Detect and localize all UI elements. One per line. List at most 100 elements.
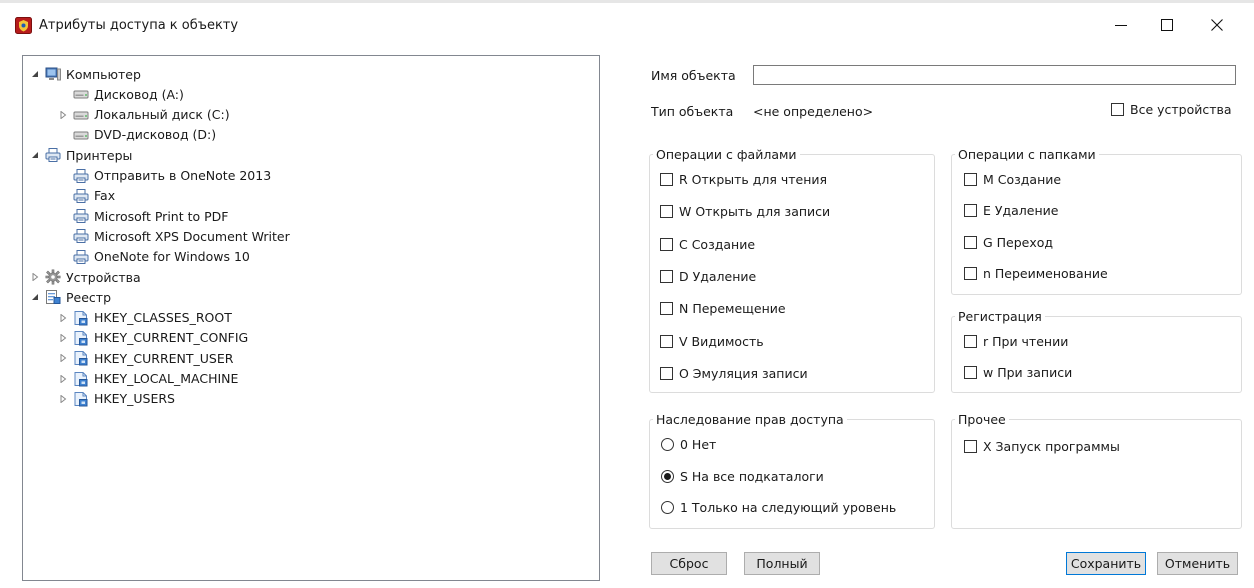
object-type-label: Тип объекта [651, 104, 734, 119]
tree-expander-icon[interactable] [57, 105, 69, 125]
registration-checkbox[interactable]: w При записи [964, 365, 1072, 380]
tree-expander-icon[interactable] [57, 369, 69, 389]
inheritance-radio[interactable]: S На все подкаталоги [661, 469, 824, 484]
tree-expander-icon[interactable] [57, 308, 69, 328]
object-name-input[interactable] [753, 65, 1236, 85]
checkbox-box [1111, 103, 1124, 116]
tree-item[interactable]: Microsoft Print to PDF [73, 206, 228, 226]
folder-ops-checkbox[interactable]: n Переименование [964, 266, 1108, 281]
tree-item[interactable]: DVD-дисковод (D:) [73, 125, 216, 145]
tree-expander-icon[interactable] [57, 328, 69, 348]
tree-expander-icon[interactable] [29, 267, 41, 287]
tree-item[interactable]: Microsoft XPS Document Writer [73, 226, 290, 246]
file-operations-legend: Операции с файлами [656, 147, 797, 162]
checkbox-box [660, 237, 673, 251]
inheritance-legend: Наследование прав доступа [656, 412, 844, 427]
close-button[interactable] [1190, 3, 1244, 47]
folder-ops-checkbox[interactable]: M Создание [964, 172, 1061, 187]
tree-item[interactable]: OneNote for Windows 10 [73, 247, 250, 267]
tree-item-label: HKEY_CURRENT_CONFIG [94, 330, 249, 346]
tree-expander-icon[interactable] [57, 389, 69, 409]
object-tree[interactable]: Компьютер Дисковод (A:) Локальный диск (C:… [22, 55, 600, 581]
folder-operations-legend: Операции с папками [958, 147, 1096, 162]
checkbox-box [660, 302, 673, 316]
full-button[interactable]: Полный [744, 552, 820, 575]
tree-item[interactable]: Реестр [29, 287, 111, 307]
tree-item-label: Microsoft XPS Document Writer [94, 228, 290, 244]
checkbox-box [964, 173, 977, 186]
other-group: Прочее [951, 412, 1242, 529]
printer-icon [73, 228, 89, 244]
printer-icon [73, 208, 89, 224]
inheritance-radio[interactable]: 1 Только на следующий уровень [661, 500, 896, 515]
checkbox-box [964, 440, 977, 453]
folder-ops-checkbox[interactable]: E Удаление [964, 203, 1058, 218]
tree-item[interactable]: HKEY_CLASSES_ROOT [57, 308, 232, 328]
drive-icon [73, 107, 89, 123]
file-ops-checkbox[interactable]: W Открыть для записи [660, 204, 830, 219]
minimize-icon [1115, 25, 1127, 26]
tree-item[interactable]: HKEY_CURRENT_USER [57, 348, 233, 368]
registry-key-icon [73, 371, 89, 387]
all-devices-checkbox[interactable]: Все устройства [1111, 102, 1232, 117]
option-label: C Создание [679, 236, 756, 252]
tree-item[interactable]: HKEY_USERS [57, 389, 175, 409]
computer-icon [45, 66, 61, 82]
checkbox-box [660, 366, 673, 380]
tree-item-label: HKEY_LOCAL_MACHINE [94, 371, 239, 386]
save-button[interactable]: Сохранить [1066, 552, 1146, 575]
file-ops-checkbox[interactable]: N Перемещение [660, 301, 786, 316]
minimize-button[interactable] [1098, 3, 1144, 47]
tree-expander-icon[interactable] [29, 287, 41, 307]
option-label: S На все подкаталоги [680, 468, 824, 484]
radio-circle [661, 469, 674, 483]
registry-key-icon [73, 350, 89, 366]
tree-item[interactable]: HKEY_LOCAL_MACHINE [57, 369, 238, 389]
tree-item-label: HKEY_CLASSES_ROOT [94, 310, 232, 326]
checkbox-box [964, 335, 977, 348]
tree-item[interactable]: Дисковод (A:) [73, 84, 184, 104]
reset-button[interactable]: Сброс [651, 552, 727, 575]
tree-item[interactable]: Отправить в OneNote 2013 [73, 166, 271, 186]
registration-checkbox[interactable]: r При чтении [964, 334, 1068, 349]
file-ops-checkbox[interactable]: C Создание [660, 237, 755, 252]
tree-expander-icon[interactable] [29, 64, 41, 84]
cancel-button[interactable]: Отменить [1157, 552, 1238, 575]
printer-icon [73, 168, 89, 184]
registry-key-icon [73, 391, 89, 407]
gear-icon [45, 269, 61, 285]
tree-item[interactable]: Компьютер [29, 64, 141, 84]
tree-item[interactable]: Устройства [29, 267, 141, 287]
option-label: 1 Только на следующий уровень [680, 500, 897, 515]
file-ops-checkbox[interactable]: O Эмуляция записи [660, 366, 808, 381]
tree-expander-icon[interactable] [29, 145, 41, 165]
checkbox-box [660, 173, 673, 186]
maximize-button[interactable] [1144, 3, 1190, 47]
option-label: O Эмуляция записи [679, 365, 808, 381]
tree-item-label: Microsoft Print to PDF [94, 208, 229, 224]
other-legend: Прочее [958, 412, 1006, 427]
tree-item-label: OneNote for Windows 10 [94, 249, 250, 265]
tree-expander-icon[interactable] [57, 348, 69, 368]
tree-item[interactable]: Fax [73, 186, 115, 206]
option-label: r При чтении [983, 334, 1069, 349]
checkbox-box [964, 235, 977, 249]
tree-item[interactable]: HKEY_CURRENT_CONFIG [57, 328, 248, 348]
checkbox-box [660, 205, 673, 219]
other-checkbox[interactable]: X Запуск программы [964, 439, 1120, 454]
folder-ops-checkbox[interactable]: G Переход [964, 235, 1053, 250]
tree-item-label: DVD-дисковод (D:) [94, 127, 217, 143]
file-ops-checkbox[interactable]: V Видимость [660, 334, 764, 349]
tree-item-label: Локальный диск (C:) [94, 107, 230, 123]
checkbox-box [964, 204, 977, 218]
option-label: X Запуск программы [983, 439, 1120, 454]
option-label: V Видимость [679, 333, 764, 349]
object-name-label: Имя объекта [651, 68, 736, 83]
registry-key-icon [73, 330, 89, 346]
file-ops-checkbox[interactable]: D Удаление [660, 269, 756, 284]
tree-item[interactable]: Локальный диск (C:) [57, 105, 230, 125]
tree-item[interactable]: Принтеры [29, 145, 132, 165]
checkbox-box [660, 334, 673, 348]
inheritance-radio[interactable]: 0 Нет [661, 437, 716, 452]
file-ops-checkbox[interactable]: R Открыть для чтения [660, 172, 827, 187]
